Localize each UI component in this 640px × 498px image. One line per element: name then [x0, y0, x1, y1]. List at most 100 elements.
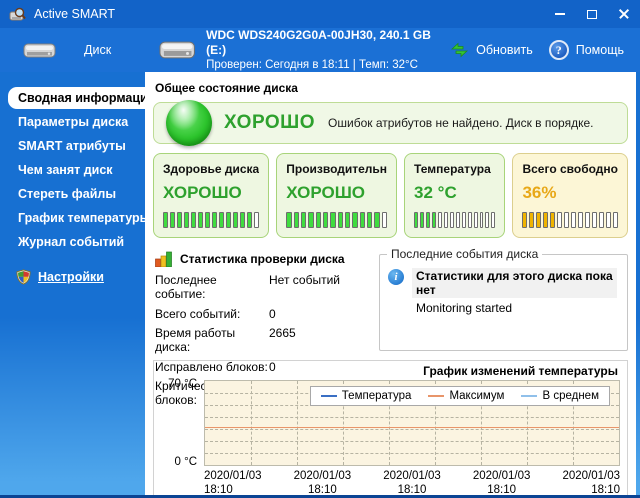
gauge-segment	[613, 212, 618, 228]
gridline-horizontal	[205, 429, 619, 430]
health-status-ball-icon	[166, 100, 212, 146]
x-tick-label: 2020/01/0318:10	[383, 469, 441, 495]
maximum-temperature-line	[205, 427, 619, 428]
gauge-segment	[360, 212, 365, 228]
gauge	[286, 212, 387, 228]
stat-panel-1: Здоровье дискаХОРОШО	[153, 153, 269, 238]
section-title: Общее состояние диска	[155, 81, 628, 95]
window-body: Сводная информацияПараметры дискаSMART а…	[0, 72, 640, 498]
gauge-segment	[338, 212, 343, 228]
window-controls	[544, 0, 640, 28]
gauge-segment	[578, 212, 583, 228]
gauge-segment	[352, 212, 357, 228]
status-message: Ошибок атрибутов не найдено. Диск в поря…	[328, 116, 593, 130]
gauge-segment	[170, 212, 175, 228]
stat-panels: Здоровье дискаХОРОШОПроизводительнХОРОШО…	[153, 153, 628, 238]
gauge-segment	[323, 212, 328, 228]
legend-item-1: Температура	[321, 390, 412, 402]
gridline-vertical	[297, 381, 298, 465]
app-icon	[9, 7, 26, 22]
legend-item-2: Максимум	[428, 390, 504, 402]
gauge-segment	[456, 212, 460, 228]
sidebar-item-3[interactable]: SMART атрибуты	[0, 135, 145, 157]
sidebar-item-2[interactable]: Параметры диска	[0, 111, 145, 133]
gauge-segment	[450, 212, 454, 228]
panel-value: ХОРОШО	[286, 183, 387, 203]
refresh-label: Обновить	[476, 43, 533, 57]
gauge-segment	[491, 212, 495, 228]
gauge-segment	[414, 212, 418, 228]
gridline-horizontal	[205, 441, 619, 442]
gauge-segment	[438, 212, 442, 228]
gauge-segment	[462, 212, 466, 228]
x-tick-time: 18:10	[473, 483, 531, 495]
y-axis-max-label: 70 °C	[168, 378, 197, 390]
gauge-segment	[536, 212, 541, 228]
refresh-button[interactable]: Обновить	[450, 42, 533, 58]
close-icon	[618, 8, 630, 20]
shield-icon	[16, 269, 31, 285]
minimize-button[interactable]	[544, 0, 576, 28]
close-button[interactable]	[608, 0, 640, 28]
x-tick-label: 2020/01/0318:10	[562, 469, 620, 495]
drive-text: WDC WDS240G2G0A-00JH30, 240.1 GB (E:) Пр…	[206, 28, 450, 73]
gauge-segment	[571, 212, 576, 228]
minimize-icon	[555, 13, 565, 15]
stat-panel-2: ПроизводительнХОРОШО	[276, 153, 397, 238]
drive-info: WDC WDS240G2G0A-00JH30, 240.1 GB (E:) Пр…	[158, 28, 450, 73]
gauge-segment	[286, 212, 291, 228]
help-label: Помощь	[576, 43, 624, 57]
gauge-segment	[240, 212, 245, 228]
gauge-segment	[543, 212, 548, 228]
gauge-segment	[564, 212, 569, 228]
sidebar: Сводная информацияПараметры дискаSMART а…	[0, 72, 145, 495]
gauge-segment	[191, 212, 196, 228]
gauge-segment	[301, 212, 306, 228]
sidebar-item-4[interactable]: Чем занят диск	[0, 159, 145, 181]
gauge-segment	[330, 212, 335, 228]
gauge-segment	[345, 212, 350, 228]
stat-panel-4: Всего свободно 36%	[512, 153, 628, 238]
check-statistics: Статистика проверки диска Последнее собы…	[153, 249, 367, 351]
sidebar-item-1[interactable]: Сводная информация	[8, 87, 145, 109]
statistics-title: Статистика проверки диска	[180, 252, 345, 266]
temperature-chart-panel: График изменений температуры 70 °C 0 °C …	[153, 360, 628, 495]
statistics-header: Статистика проверки диска	[155, 251, 367, 267]
x-tick-time: 18:10	[294, 483, 352, 495]
y-axis-min-label: 0 °C	[175, 456, 198, 468]
maximize-button[interactable]	[576, 0, 608, 28]
stat-label: Исправлено блоков:	[155, 360, 269, 374]
event-headline: Статистики для этого диска пока нет	[412, 268, 617, 298]
app-title: Active SMART	[34, 7, 115, 21]
x-tick-date: 2020/01/03	[562, 469, 620, 483]
sidebar-item-settings[interactable]: Настройки	[16, 269, 145, 285]
gauge-segment	[316, 212, 321, 228]
gauge-segment	[606, 212, 611, 228]
panel-value: 36%	[522, 183, 618, 203]
stat-value: 0	[269, 360, 367, 374]
chart-y-axis: 70 °C 0 °C	[158, 380, 204, 466]
disk-selector-button[interactable]: Диск	[22, 39, 158, 61]
panel-value: ХОРОШО	[163, 183, 259, 203]
x-tick-label: 2020/01/0318:10	[473, 469, 531, 495]
legend-label: Температура	[342, 390, 412, 402]
stat-value: 2665	[269, 326, 367, 354]
gauge-segment	[163, 212, 168, 228]
gauge-segment	[522, 212, 527, 228]
sidebar-item-5[interactable]: Стереть файлы	[0, 183, 145, 205]
legend-label: В среднем	[542, 390, 599, 402]
panel-title: Всего свободно	[522, 162, 618, 176]
event-row: i Статистики для этого диска пока нет Mo…	[388, 268, 617, 315]
sidebar-item-7[interactable]: Журнал событий	[0, 231, 145, 253]
gauge-segment	[184, 212, 189, 228]
sidebar-item-6[interactable]: График температуры	[0, 207, 145, 229]
help-button[interactable]: ? Помощь	[549, 40, 624, 60]
gridline-horizontal	[205, 417, 619, 418]
chart-x-axis-labels: 2020/01/0318:102020/01/0318:102020/01/03…	[204, 469, 620, 495]
refresh-icon	[450, 42, 469, 58]
toolbar-actions: Обновить ? Помощь	[450, 40, 624, 60]
gauge-segment	[254, 212, 259, 228]
stat-label: Всего событий:	[155, 307, 269, 321]
status-banner: ХОРОШО Ошибок атрибутов не найдено. Диск…	[153, 102, 628, 144]
x-tick-label: 2020/01/0318:10	[294, 469, 352, 495]
